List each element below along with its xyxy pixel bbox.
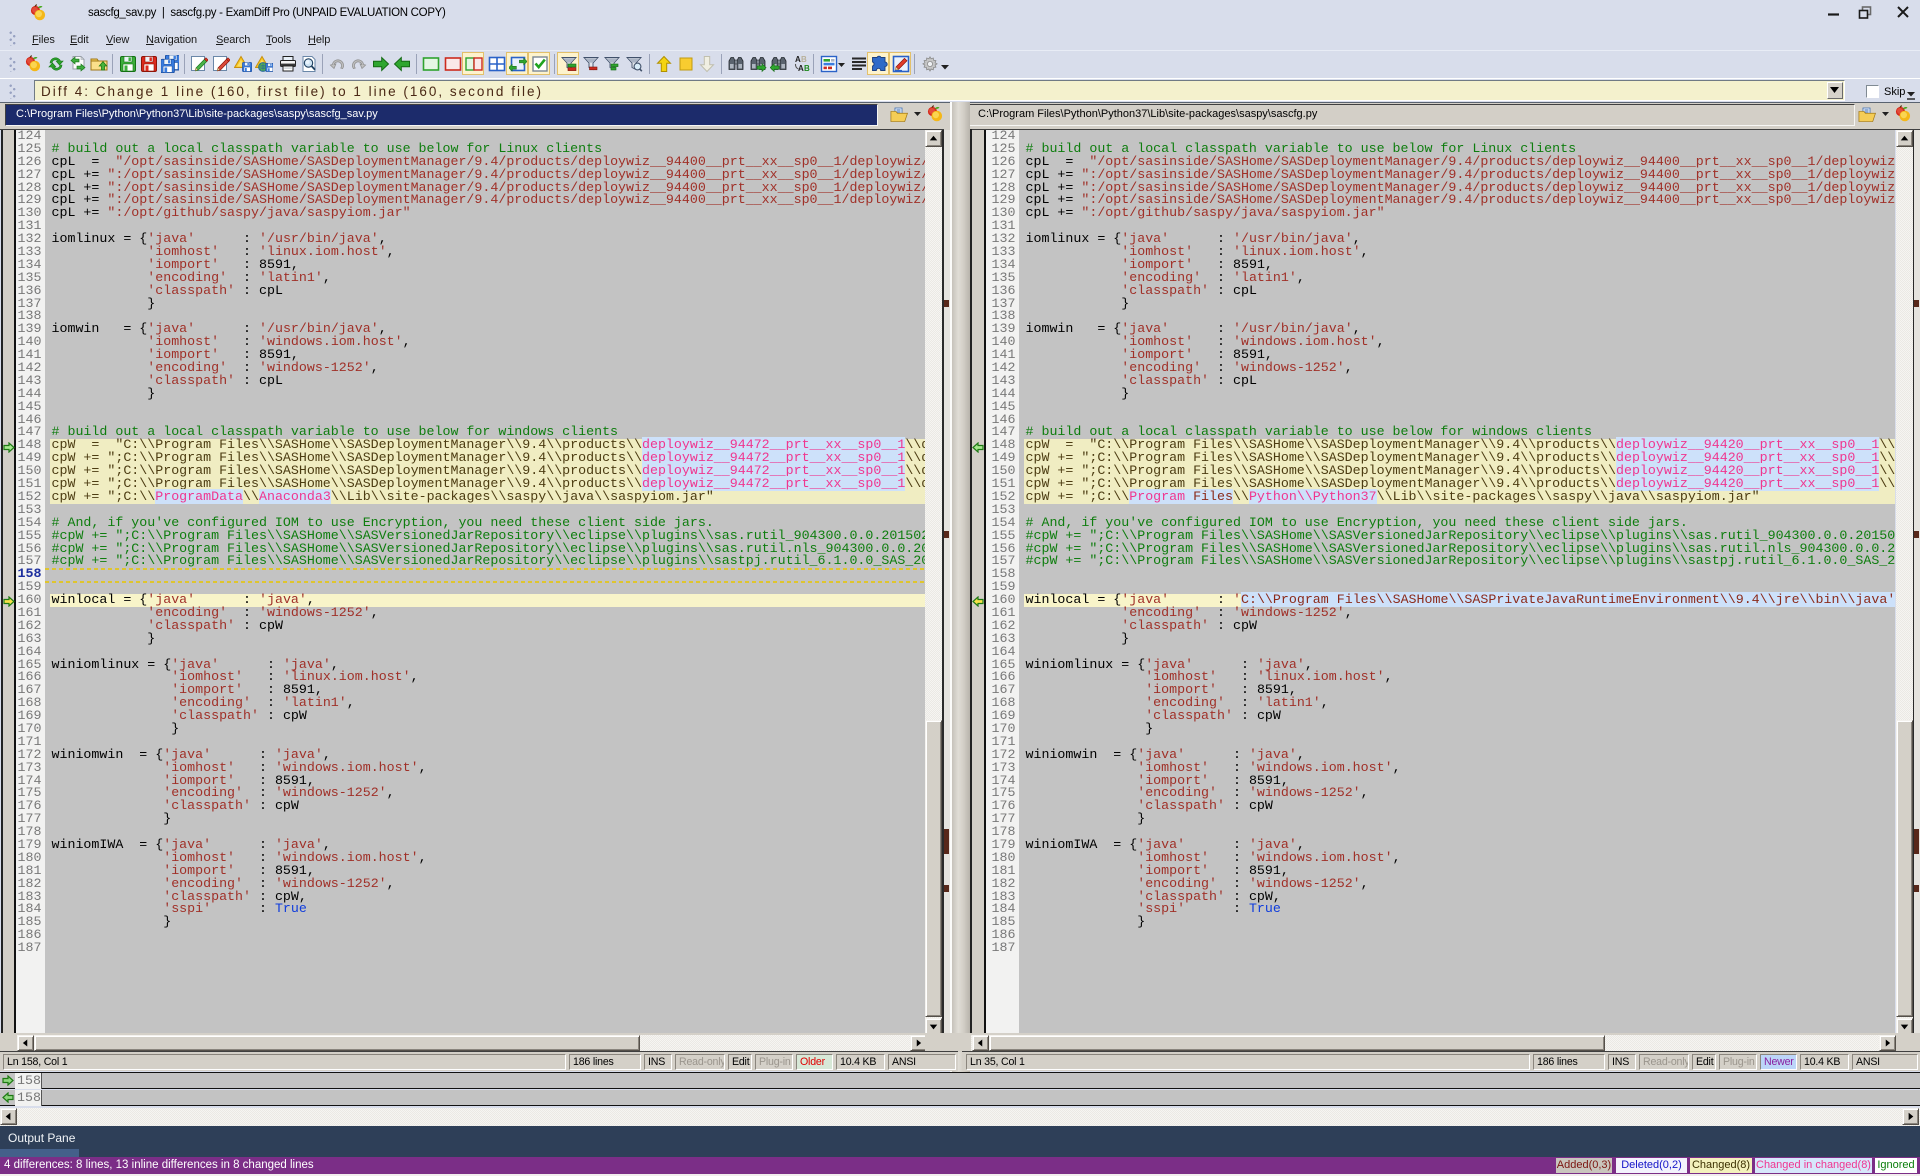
svg-text:B: B <box>804 64 810 73</box>
svg-text:B: B <box>801 55 807 64</box>
